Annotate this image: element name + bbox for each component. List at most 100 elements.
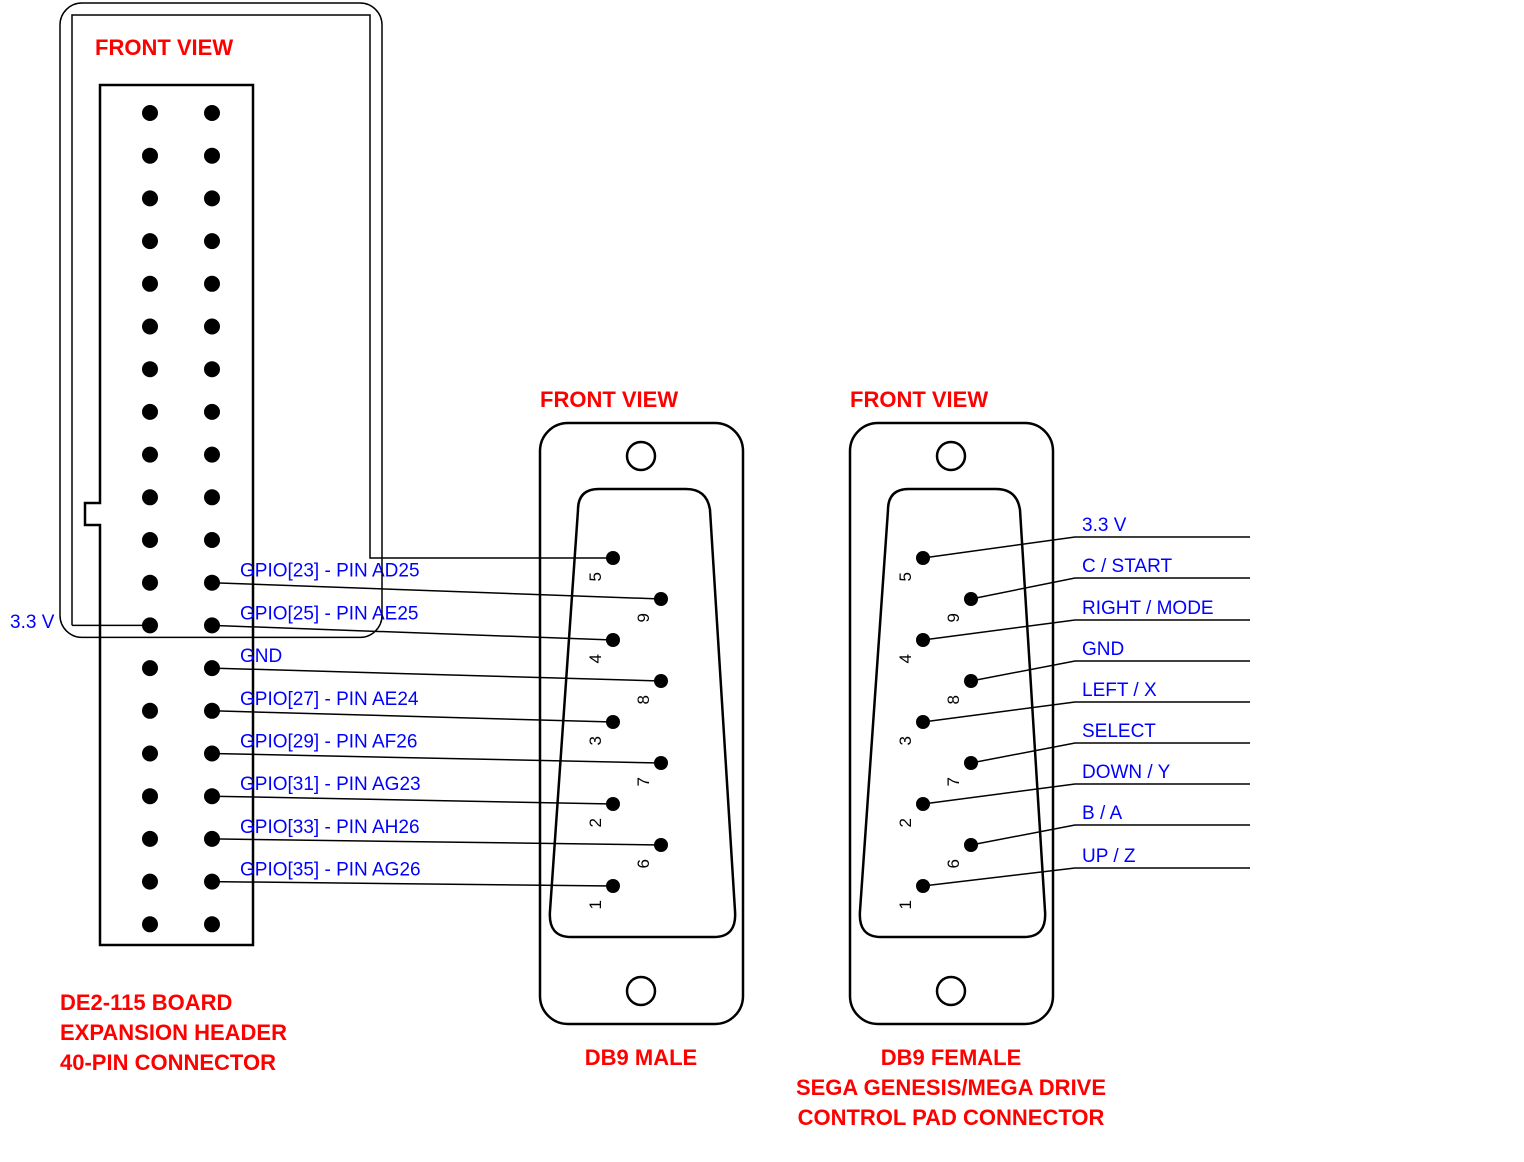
db9f-signal-wire	[923, 702, 1250, 722]
db9m-pins: 543219876	[586, 551, 668, 909]
gpio-pin-dot	[142, 148, 158, 164]
gpio-pin-dot	[142, 831, 158, 847]
pinout-diagram: FRONT VIEW DE2-115 BOARD EXPANSION HEADE…	[0, 0, 1524, 1162]
db9-pin-number: 5	[586, 572, 605, 581]
db9-pin-number: 6	[634, 859, 653, 868]
gpio-pin-dot	[142, 190, 158, 206]
gpio-name-3: 40-PIN CONNECTOR	[60, 1050, 276, 1075]
db9f-signal-label: 3.3 V	[1082, 515, 1127, 536]
db9-pin-number: 4	[586, 654, 605, 663]
db9-pin-number: 8	[634, 695, 653, 704]
db9m-shell	[540, 423, 743, 1024]
gpio-signal-label: GPIO[25] - PIN AE25	[240, 603, 418, 624]
db9-pin-number: 5	[896, 572, 915, 581]
db9f-name-2: SEGA GENESIS/MEGA DRIVE	[796, 1075, 1106, 1100]
db9-pin-number: 9	[944, 613, 963, 622]
gpio-pin-dot	[142, 532, 158, 548]
gpio-voltage-label: 3.3 V	[10, 612, 55, 633]
db9f-hole-top	[937, 442, 965, 470]
gpio-pin-dot	[142, 916, 158, 932]
gpio-dots	[142, 105, 220, 932]
gpio-pin-dot	[142, 788, 158, 804]
gpio-pin-dot	[142, 233, 158, 249]
db9-pin-number: 7	[944, 777, 963, 786]
db9f-signal-label: RIGHT / MODE	[1082, 598, 1214, 619]
gpio-pin-dot	[204, 148, 220, 164]
gpio-to-db9-wire	[212, 583, 661, 599]
gpio-signal-label: GPIO[29] - PIN AF26	[240, 732, 417, 753]
db9f-wires	[923, 537, 1250, 886]
db9-pin-number: 9	[634, 613, 653, 622]
gpio-signal-label: GPIO[23] - PIN AD25	[240, 561, 420, 582]
gpio-pin-dot	[142, 703, 158, 719]
gpio-pin-dot	[204, 489, 220, 505]
gpio-pin-dot	[142, 404, 158, 420]
db9f-signal-wire	[971, 661, 1250, 681]
db9f-pins: 543219876	[896, 551, 978, 909]
gpio-to-db9-wire	[212, 796, 613, 804]
gpio-pin-dot	[204, 916, 220, 932]
gpio-pin-dot	[142, 105, 158, 121]
db9-pin-number: 3	[896, 736, 915, 745]
gpio-pin-dot	[204, 319, 220, 335]
db9f-signal-wire	[923, 868, 1250, 886]
gpio-outline	[85, 85, 253, 945]
db9-pin-number: 2	[896, 818, 915, 827]
db9f-signal-label: DOWN / Y	[1082, 762, 1171, 783]
gpio-pin-dot	[142, 746, 158, 762]
db9f-name-3: CONTROL PAD CONNECTOR	[798, 1105, 1105, 1130]
gpio-pin-dot	[142, 660, 158, 676]
gpio-pin-dot	[204, 404, 220, 420]
db9m-dshell	[550, 489, 735, 937]
db9f-shell	[850, 423, 1053, 1024]
db9m-hole-bottom	[627, 977, 655, 1005]
gpio-pin-dot	[142, 361, 158, 377]
gpio-name-1: DE2-115 BOARD	[60, 990, 232, 1015]
gpio-pin-dot	[204, 532, 220, 548]
db9-pin-number: 1	[586, 900, 605, 909]
db9m-name: DB9 MALE	[585, 1045, 697, 1070]
gpio-pin-dot	[204, 105, 220, 121]
gpio-pin-dot	[204, 233, 220, 249]
db9-pin-number: 1	[896, 900, 915, 909]
db9-pin-number: 7	[634, 777, 653, 786]
gpio-pin-dot	[204, 190, 220, 206]
gpio-signal-labels: GPIO[23] - PIN AD25 GPIO[25] - PIN AE25 GN…	[240, 561, 421, 881]
gpio-signal-label: GPIO[35] - PIN AG26	[240, 860, 421, 881]
gpio-to-db9-wire	[212, 668, 661, 681]
gpio-to-db9-wire	[212, 754, 661, 764]
gpio-pin-dot	[204, 361, 220, 377]
db9f-signal-label: UP / Z	[1082, 846, 1136, 867]
gpio-pin-dot	[142, 874, 158, 890]
db9m-hole-top	[627, 442, 655, 470]
gpio-signal-label: GND	[240, 646, 282, 667]
db9f-signal-wire	[971, 578, 1250, 599]
db9f-signal-label: C / START	[1082, 556, 1172, 577]
db9f-signal-labels: 3.3 VC / STARTRIGHT / MODEGNDLEFT / XSEL…	[1082, 515, 1214, 867]
db9-pin-number: 4	[896, 654, 915, 663]
db9f-name-1: DB9 FEMALE	[881, 1045, 1022, 1070]
db9f-signal-label: LEFT / X	[1082, 680, 1157, 701]
db9f-signal-wire	[971, 825, 1250, 845]
db9f-signal-wire	[971, 743, 1250, 763]
db9f-dshell	[860, 489, 1045, 937]
gpio-signal-label: GPIO[33] - PIN AH26	[240, 817, 420, 838]
gpio-signal-label: GPIO[27] - PIN AE24	[240, 689, 419, 710]
db9-pin-number: 8	[944, 695, 963, 704]
db9f-signal-wire	[923, 537, 1250, 558]
db9f-signal-label: B / A	[1082, 803, 1122, 824]
gpio-pin-dot	[142, 447, 158, 463]
gpio-to-db9-wire	[212, 711, 613, 722]
db9f-hole-bottom	[937, 977, 965, 1005]
gpio-signal-label: GPIO[31] - PIN AG23	[240, 774, 421, 795]
db9-pin-number: 2	[586, 818, 605, 827]
gpio-pin-dot	[142, 489, 158, 505]
gpio-pin-dot	[142, 575, 158, 591]
db9f-signal-wire	[923, 784, 1250, 804]
gpio-to-db9-wire	[212, 839, 661, 845]
db9m-front-view-label: FRONT VIEW	[540, 387, 678, 412]
gpio-pin-dot	[142, 276, 158, 292]
gpio-pin-dot	[142, 319, 158, 335]
gpio-pin-dot	[204, 276, 220, 292]
gpio-front-view-label: FRONT VIEW	[95, 35, 233, 60]
